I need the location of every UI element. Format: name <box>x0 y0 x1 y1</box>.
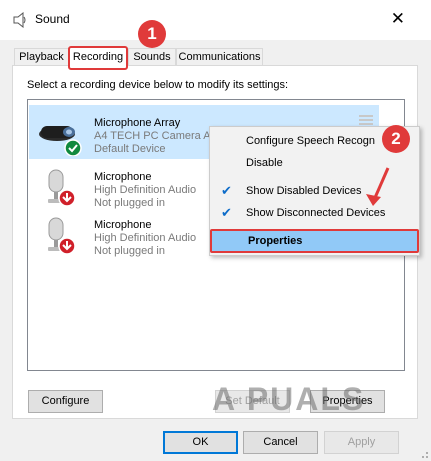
webcam-icon <box>39 126 82 156</box>
device-status: Not plugged in <box>94 245 165 257</box>
microphone-icon <box>48 169 76 207</box>
default-check-icon <box>64 139 82 156</box>
speaker-icon <box>13 12 26 28</box>
device-name: Microphone <box>94 219 152 231</box>
checkmark-icon: ✔ <box>221 183 232 198</box>
close-button[interactable]: ✕ <box>391 9 405 29</box>
checkmark-icon: ✔ <box>221 205 232 220</box>
menu-item-label: Configure Speech Recogn <box>246 135 376 147</box>
device-name: Microphone <box>94 171 152 183</box>
sound-dialog: Sound ✕ Playback Recording Sounds Commun… <box>0 0 431 461</box>
device-status: Default Device <box>94 143 166 155</box>
menu-item-label: Disable <box>246 157 283 169</box>
step-1-badge: 1 <box>138 20 166 48</box>
menu-item-properties[interactable]: Properties <box>210 229 419 253</box>
configure-button[interactable]: Configure <box>28 390 103 413</box>
tab-communications[interactable]: Communications <box>176 48 263 66</box>
resize-grip-icon[interactable] <box>419 449 429 459</box>
title-bar: Sound ✕ <box>0 0 431 40</box>
cancel-button[interactable]: Cancel <box>243 431 318 454</box>
window-title: Sound <box>35 12 70 26</box>
device-subtitle: High Definition Audio <box>94 184 197 196</box>
menu-item-label: Show Disabled Devices <box>246 185 362 197</box>
appuals-watermark: A PUALS <box>212 381 366 417</box>
instruction-text: Select a recording device below to modif… <box>27 79 289 91</box>
annotation-arrow-icon <box>366 167 390 206</box>
device-subtitle: A4 TECH PC Camera Au <box>94 130 217 142</box>
menu-item-label: Properties <box>248 235 303 247</box>
step-2-badge: 2 <box>382 125 410 153</box>
tab-recording[interactable]: Recording <box>68 46 128 70</box>
tab-sounds[interactable]: Sounds <box>128 48 176 66</box>
device-name: Microphone Array <box>94 117 181 129</box>
apply-button[interactable]: Apply <box>324 431 399 454</box>
device-subtitle: High Definition Audio <box>94 232 197 244</box>
tab-playback[interactable]: Playback <box>14 48 69 66</box>
microphone-icon <box>48 217 76 255</box>
ok-button[interactable]: OK <box>163 431 238 454</box>
